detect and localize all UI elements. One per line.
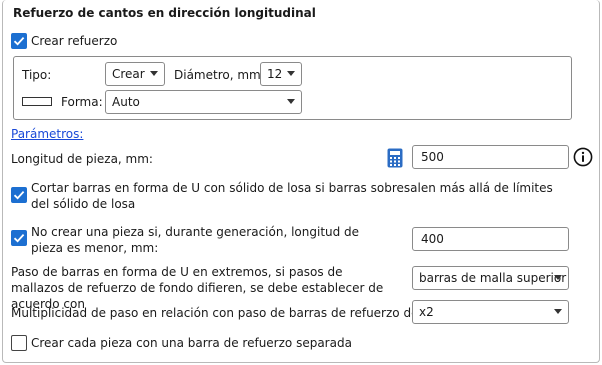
separate-bar-checkbox[interactable] — [11, 335, 27, 351]
diameter-value: 12 — [267, 67, 283, 81]
bar-shape-icon — [22, 97, 52, 106]
u-bar-pitch-dropdown[interactable]: barras de malla superior — [412, 266, 569, 290]
no-piece-checkbox[interactable] — [11, 230, 27, 246]
diameter-label: Diámetro, mm: — [174, 68, 265, 82]
pitch-multiplicity-value: x2 — [419, 305, 434, 319]
section-title: Refuerzo de cantos en dirección longitud… — [13, 6, 316, 20]
cut-u-bars-label: Cortar barras en forma de U con sólido d… — [31, 181, 553, 211]
type-value: Crear — [112, 67, 145, 81]
pitch-multiplicity-dropdown[interactable]: x2 — [412, 300, 569, 324]
type-label: Tipo: — [22, 68, 52, 82]
diameter-dropdown[interactable]: 12 — [260, 62, 302, 86]
min-piece-length-input[interactable]: 400 — [412, 227, 569, 251]
no-piece-label: No crear una pieza si, durante generació… — [31, 225, 360, 255]
u-bar-pitch-value: barras de malla superior — [419, 271, 567, 285]
chevron-down-icon — [554, 309, 562, 314]
chevron-down-icon — [554, 275, 562, 280]
u-bar-pitch-label: Paso de barras en forma de U en extremos… — [11, 265, 384, 311]
pitch-multiplicity-label: Multiplicidad de paso en relación con pa… — [11, 306, 457, 320]
type-dropdown[interactable]: Crear — [105, 62, 165, 86]
reinforcement-panel: Refuerzo de cantos en dirección longitud… — [2, 0, 600, 363]
shape-label: Forma: — [61, 95, 103, 109]
chevron-down-icon — [150, 71, 158, 76]
shape-dropdown[interactable]: Auto — [105, 90, 302, 114]
min-piece-length-value: 400 — [421, 232, 444, 246]
bar-settings-group: Tipo: Crear Diámetro, mm: 12 Forma: Auto — [13, 56, 572, 120]
separate-bar-label: Crear cada pieza con una barra de refuer… — [31, 336, 352, 350]
info-icon[interactable] — [573, 147, 593, 167]
piece-length-input[interactable]: 500 — [412, 145, 569, 169]
create-reinforcement-checkbox[interactable] — [11, 33, 27, 49]
piece-length-label: Longitud de pieza, mm: — [11, 152, 153, 166]
create-reinforcement-label: Crear refuerzo — [31, 34, 118, 48]
chevron-down-icon — [287, 71, 295, 76]
cut-u-bars-checkbox[interactable] — [11, 187, 27, 203]
piece-length-value: 500 — [421, 150, 444, 164]
shape-value: Auto — [112, 95, 140, 109]
chevron-down-icon — [287, 99, 295, 104]
parameters-link[interactable]: Parámetros: — [11, 127, 83, 141]
calculator-icon[interactable] — [387, 148, 403, 168]
